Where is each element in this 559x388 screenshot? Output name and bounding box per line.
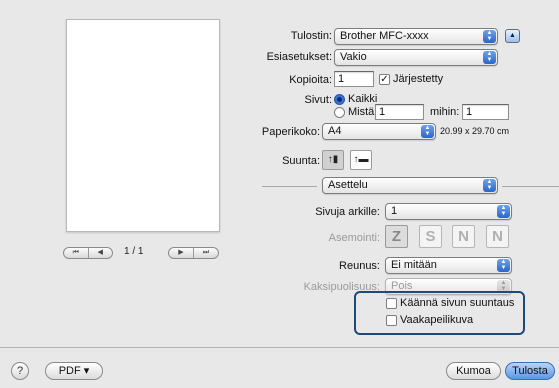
- first-page-icon[interactable]: ⏮: [64, 248, 88, 258]
- layout-n-reverse-icon: N: [492, 228, 503, 245]
- previous-page-icon[interactable]: ◀: [87, 248, 113, 258]
- border-label: Reunus:: [339, 260, 380, 272]
- paper-dimensions: 20.99 x 29.70 cm: [440, 126, 510, 136]
- pages-label: Sivut:: [304, 94, 332, 106]
- pages-to-field[interactable]: 1: [462, 104, 509, 120]
- help-icon: ?: [16, 365, 24, 377]
- popup-arrows-icon: ▲ ▼: [421, 125, 434, 138]
- print-dialog: ⏮ ◀ 1 / 1 ▶ ⏭ Tulostin: Brother MFC-xxxx…: [0, 0, 559, 388]
- presets-label: Esiasetukset:: [266, 51, 332, 63]
- popup-arrows-icon: ▲ ▼: [483, 179, 496, 192]
- printer-value: Brother MFC-xxxx: [340, 30, 429, 42]
- collated-label: Järjestetty: [393, 73, 444, 85]
- presets-popup[interactable]: Vakio ▲ ▼: [334, 49, 498, 66]
- paper-size-popup[interactable]: A4 ▲ ▼: [322, 123, 436, 140]
- page-count: 1 / 1: [124, 246, 144, 257]
- pages-range-radio[interactable]: [334, 107, 345, 118]
- popup-arrows-icon: ▲ ▼: [483, 30, 496, 43]
- section-divider-right: [502, 186, 559, 187]
- paper-size-value: A4: [328, 125, 342, 137]
- pages-to-label: mihin:: [430, 106, 460, 118]
- print-button[interactable]: Tulosta: [505, 362, 555, 380]
- page-preview: [66, 19, 220, 232]
- section-value: Asettelu: [328, 179, 368, 191]
- pdf-button[interactable]: PDF ▾: [45, 362, 103, 380]
- popup-arrows-icon: ▲ ▼: [497, 205, 510, 218]
- border-popup[interactable]: Ei mitään ▲ ▼: [385, 257, 512, 274]
- cancel-button[interactable]: Kumoa: [446, 362, 501, 380]
- popup-arrows-icon: ▲ ▼: [483, 51, 496, 64]
- layout-direction-label: Asemointi:: [328, 232, 380, 244]
- pages-all-label: Kaikki: [348, 93, 378, 105]
- orientation-label: Suunta:: [282, 155, 320, 167]
- pages-per-sheet-value: 1: [391, 205, 398, 217]
- portrait-button[interactable]: ↑▮: [322, 150, 344, 170]
- next-page-icon[interactable]: ▶: [169, 248, 193, 258]
- flip-horizontal-label: Vaakapeilikuva: [400, 314, 474, 326]
- copies-label: Kopioita:: [289, 74, 332, 86]
- preview-forward-buttons: ▶ ⏭: [168, 247, 219, 259]
- last-page-icon[interactable]: ⏭: [193, 248, 218, 258]
- border-value: Ei mitään: [391, 259, 437, 271]
- paper-size-label: Paperikoko:: [261, 126, 320, 138]
- help-button[interactable]: ?: [11, 362, 29, 380]
- pages-from-label: Mistä:: [348, 106, 378, 118]
- section-popup[interactable]: Asettelu ▲ ▼: [322, 177, 498, 194]
- pages-per-sheet-popup[interactable]: 1 ▲ ▼: [385, 203, 512, 220]
- layout-s-icon: S: [425, 228, 436, 245]
- reverse-orientation-checkbox[interactable]: [386, 298, 397, 309]
- presets-value: Vakio: [340, 51, 367, 63]
- layout-n-button[interactable]: N: [452, 225, 475, 248]
- collapse-details-button[interactable]: ▲: [505, 29, 520, 43]
- copies-field[interactable]: 1: [334, 71, 374, 87]
- flip-horizontal-checkbox[interactable]: [386, 315, 397, 326]
- reverse-orientation-label: Käännä sivun suuntaus: [400, 297, 515, 309]
- layout-z-icon: Z: [391, 228, 402, 245]
- footer-divider: [0, 347, 559, 348]
- layout-s-button[interactable]: S: [419, 225, 442, 248]
- section-divider-left: [262, 186, 317, 187]
- printer-popup[interactable]: Brother MFC-xxxx ▲ ▼: [334, 28, 498, 45]
- pages-per-sheet-label: Sivuja arkille:: [315, 206, 380, 218]
- preview-back-buttons: ⏮ ◀: [63, 247, 113, 259]
- layout-n-icon: N: [458, 228, 469, 245]
- layout-z-button[interactable]: Z: [385, 225, 408, 248]
- layout-n-reverse-button[interactable]: N: [486, 225, 509, 248]
- popup-arrows-icon: ▲ ▼: [497, 259, 510, 272]
- pages-all-radio[interactable]: [334, 94, 345, 105]
- portrait-icon: ↑▮: [327, 154, 339, 165]
- pages-from-field[interactable]: 1: [375, 104, 424, 120]
- printer-label: Tulostin:: [290, 30, 332, 42]
- collated-checkbox[interactable]: ✓: [379, 74, 390, 85]
- landscape-button[interactable]: ↑▬: [350, 150, 372, 170]
- landscape-icon: ↑▬: [353, 154, 369, 165]
